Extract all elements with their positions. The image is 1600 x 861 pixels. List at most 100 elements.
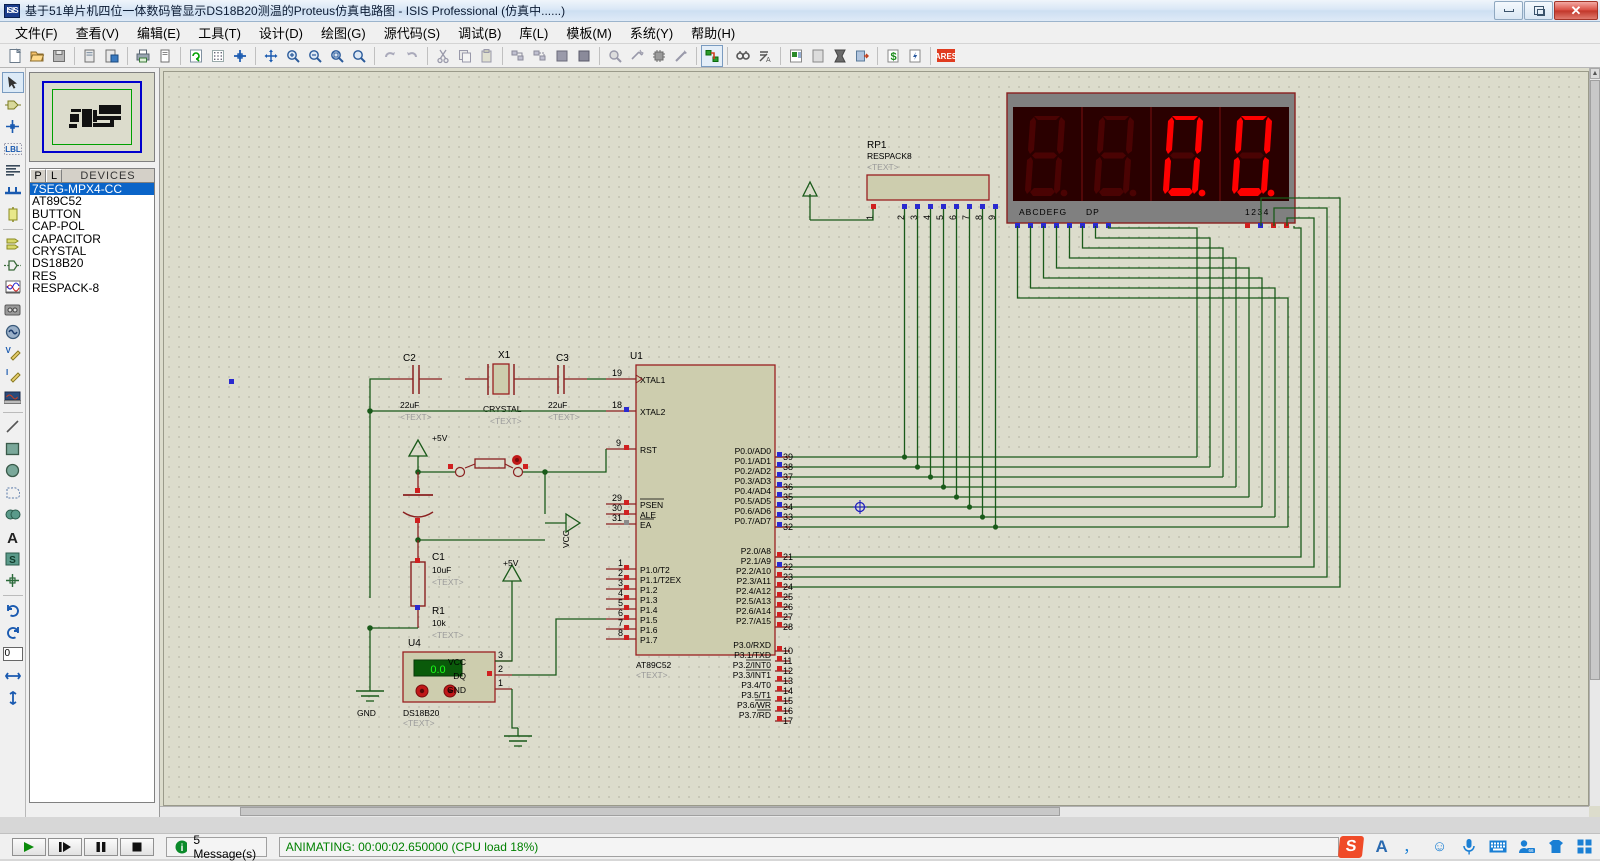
circle-icon[interactable] (2, 460, 24, 481)
rotation-value[interactable]: 0 (3, 647, 23, 661)
remove-sheet-icon[interactable] (829, 45, 851, 67)
messages-indicator[interactable]: i 5 Message(s) (166, 837, 267, 857)
generator-icon[interactable] (2, 321, 24, 342)
mirror-vertical-icon[interactable] (2, 687, 24, 708)
close-button[interactable]: ✕ (1554, 1, 1598, 20)
menu-help[interactable]: 帮助(H) (682, 21, 744, 44)
step-button[interactable] (48, 838, 82, 856)
devices-p-button[interactable]: P (30, 169, 46, 182)
stop-button[interactable] (120, 838, 154, 856)
microphone-icon[interactable] (1459, 837, 1479, 857)
rotate-anticlockwise-icon[interactable] (2, 621, 24, 642)
graph-mode-icon[interactable] (2, 277, 24, 298)
text-script-icon[interactable] (2, 160, 24, 181)
punctuation-icon[interactable]: ， (1401, 837, 1421, 857)
line-icon[interactable] (2, 416, 24, 437)
play-button[interactable] (12, 838, 46, 856)
menu-edit[interactable]: 编辑(E) (128, 21, 189, 44)
menu-tools[interactable]: 工具(T) (189, 21, 250, 44)
toolbox-icon[interactable] (1575, 837, 1595, 857)
horizontal-scrollbar[interactable] (160, 806, 1589, 817)
mcu-u1[interactable]: U1 AT89C52 <TEXT> 19 XTAL1 18 XTAL2 (606, 351, 793, 726)
list-item[interactable]: AT89C52 (30, 195, 154, 207)
tape-recorder-icon[interactable] (2, 299, 24, 320)
virtual-instrument-icon[interactable] (2, 387, 24, 408)
sogou-ime-icon[interactable]: S (1338, 836, 1364, 858)
restore-button[interactable] (1524, 1, 1553, 20)
minimize-button[interactable] (1494, 1, 1523, 20)
emoji-icon[interactable]: ☺ (1430, 837, 1450, 857)
bus-icon[interactable] (2, 182, 24, 203)
rotation-angle-input[interactable]: 0 (2, 643, 24, 664)
menu-graph[interactable]: 绘图(G) (312, 21, 375, 44)
bill-of-materials-icon[interactable]: $ (882, 45, 904, 67)
property-assignment-icon[interactable]: A (754, 45, 776, 67)
menu-view[interactable]: 查看(V) (67, 21, 128, 44)
design-explorer-icon[interactable] (785, 45, 807, 67)
netlist-ares-icon[interactable]: ARES (935, 45, 957, 67)
input-mode-chinese-icon[interactable]: A (1372, 837, 1392, 857)
print-icon[interactable] (132, 45, 154, 67)
menu-debug[interactable]: 调试(B) (449, 21, 510, 44)
rotate-clockwise-icon[interactable] (2, 599, 24, 620)
text-icon[interactable]: A (2, 526, 24, 547)
device-pin-icon[interactable] (2, 255, 24, 276)
horizontal-scroll-thumb[interactable] (240, 807, 1060, 816)
terminals-icon[interactable] (2, 233, 24, 254)
button-actuator-icon[interactable] (512, 455, 522, 465)
print-area-icon[interactable] (154, 45, 176, 67)
electrical-rule-check-icon[interactable] (904, 45, 926, 67)
save-file-icon[interactable] (48, 45, 70, 67)
zoom-in-icon[interactable] (282, 45, 304, 67)
symbol-icon[interactable]: S (2, 548, 24, 569)
scroll-up-arrow[interactable]: ▲ (1590, 68, 1600, 79)
open-file-icon[interactable] (26, 45, 48, 67)
zoom-out-icon[interactable] (304, 45, 326, 67)
refresh-icon[interactable] (185, 45, 207, 67)
mirror-horizontal-icon[interactable] (2, 665, 24, 686)
pause-button[interactable] (84, 838, 118, 856)
list-item[interactable]: RESPACK-8 (30, 282, 154, 294)
import-section-icon[interactable] (79, 45, 101, 67)
list-item[interactable]: DS18B20 (30, 257, 154, 269)
vertical-scroll-thumb[interactable] (1590, 80, 1600, 680)
resistor-pack-rp1[interactable]: RP1 RESPACK8 <TEXT> 1 2 3 4 5 6 7 (803, 140, 998, 220)
list-item[interactable]: CAP-POL (30, 220, 154, 232)
selection-mode-icon[interactable] (2, 72, 24, 93)
schematic-canvas[interactable]: .wire { stroke:#1a5a1a; stroke-width:1.3… (160, 68, 1600, 817)
schematic-drawing[interactable]: .wire { stroke:#1a5a1a; stroke-width:1.3… (160, 68, 1590, 817)
exit-sheet-icon[interactable] (851, 45, 873, 67)
menu-file[interactable]: 文件(F) (6, 21, 67, 44)
new-sheet-icon[interactable] (807, 45, 829, 67)
menu-template[interactable]: 模板(M) (557, 21, 621, 44)
arc-icon[interactable] (2, 482, 24, 503)
zoom-area-icon[interactable] (326, 45, 348, 67)
toggle-grid-icon[interactable] (207, 45, 229, 67)
zoom-all-icon[interactable] (348, 45, 370, 67)
wire-autorouter-icon[interactable] (701, 45, 723, 67)
devices-list[interactable]: 7SEG-MPX4-CC AT89C52 BUTTON CAP-POL CAPA… (29, 183, 155, 803)
path-icon[interactable] (2, 504, 24, 525)
skin-icon[interactable] (1546, 837, 1566, 857)
junction-dot-icon[interactable] (2, 116, 24, 137)
pan-icon[interactable] (260, 45, 282, 67)
subcircuit-icon[interactable] (2, 204, 24, 225)
wire-label-icon[interactable]: LBL (2, 138, 24, 159)
marker-icon[interactable] (2, 570, 24, 591)
component-mode-icon[interactable] (2, 94, 24, 115)
user-account-icon[interactable]: 66 (1517, 837, 1537, 857)
box-icon[interactable] (2, 438, 24, 459)
menu-system[interactable]: 系统(Y) (621, 21, 682, 44)
devices-l-button[interactable]: L (46, 169, 62, 182)
voltage-probe-icon[interactable]: V (2, 343, 24, 364)
soft-keyboard-icon[interactable] (1488, 837, 1508, 857)
new-file-icon[interactable] (4, 45, 26, 67)
export-section-icon[interactable] (101, 45, 123, 67)
current-probe-icon[interactable]: I (2, 365, 24, 386)
menu-source[interactable]: 源代码(S) (375, 21, 449, 44)
preview-pane[interactable] (29, 72, 155, 162)
menu-library[interactable]: 库(L) (510, 21, 557, 44)
seven-segment-display[interactable]: ABCDEFG DP 1234 (1007, 93, 1295, 228)
search-tag-icon[interactable] (732, 45, 754, 67)
vertical-scrollbar[interactable]: ▲ (1589, 68, 1600, 806)
